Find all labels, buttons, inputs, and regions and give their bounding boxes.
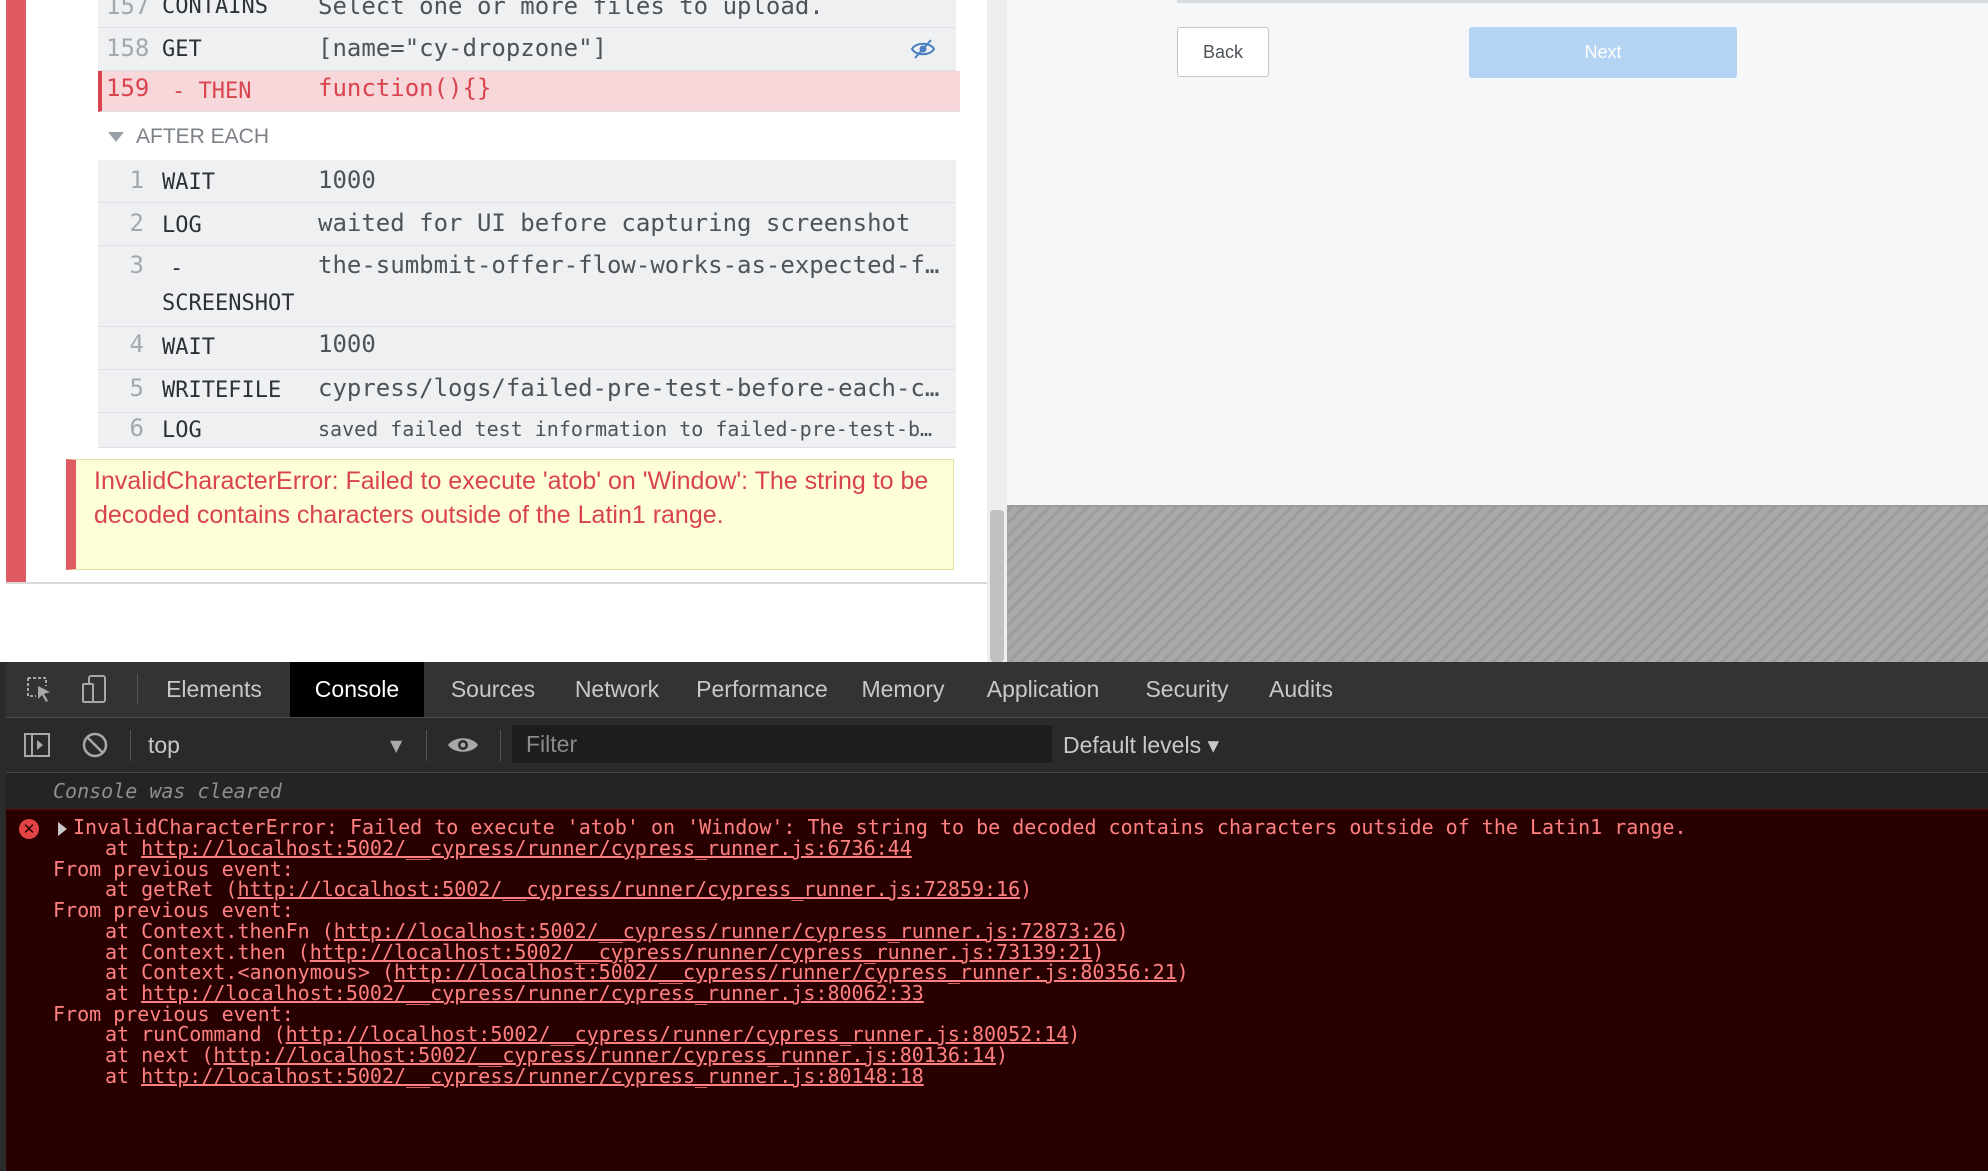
test-error-message: InvalidCharacterError: Failed to execute…: [66, 459, 954, 570]
command-row[interactable]: 1 WAIT 1000: [98, 160, 956, 203]
command-name: WAIT: [162, 335, 215, 360]
tab-elements[interactable]: Elements: [152, 662, 276, 717]
back-button[interactable]: Back: [1177, 27, 1269, 77]
command-number: 2: [129, 209, 144, 237]
console-output: Console was cleared ✕ InvalidCharacterEr…: [6, 773, 1988, 1171]
command-message: cypress/logs/failed-pre-test-before-each…: [318, 374, 940, 402]
command-row[interactable]: 6 LOG saved failed test information to f…: [98, 413, 956, 448]
tab-memory[interactable]: Memory: [852, 662, 954, 717]
closing-paren: ): [1116, 919, 1129, 943]
command-message: Select one or more files to upload.: [318, 0, 824, 20]
command-number: 158: [106, 34, 150, 62]
live-expression-eye-icon[interactable]: [446, 730, 478, 760]
log-levels-dropdown[interactable]: Default levels ▾: [1063, 732, 1219, 759]
command-number: 159: [106, 74, 150, 102]
tab-audits[interactable]: Audits: [1256, 662, 1346, 717]
dropdown-arrow-icon[interactable]: ▼: [390, 736, 402, 755]
eye-hidden-icon[interactable]: [910, 36, 936, 66]
console-cleared-message: Console was cleared: [53, 779, 282, 803]
command-row[interactable]: 2 LOG waited for UI before capturing scr…: [98, 203, 956, 246]
command-row[interactable]: 157 CONTAINS Select one or more files to…: [98, 0, 956, 28]
tab-console[interactable]: Console: [290, 662, 424, 717]
command-row[interactable]: 3 - SCREENSHOT the-sumbmit-offer-flow-wo…: [98, 246, 956, 327]
closing-paren: ): [1176, 960, 1189, 984]
after-each-hook-header[interactable]: AFTER EACH: [108, 125, 269, 149]
divider: [130, 730, 131, 761]
command-message: [name="cy-dropzone"]: [318, 34, 607, 62]
console-toolbar: top ▼ Default levels ▾: [6, 718, 1988, 773]
tab-performance[interactable]: Performance: [686, 662, 838, 717]
application-under-test-frame: Back Next: [1007, 0, 1988, 662]
command-number: 4: [129, 330, 144, 358]
devtools-panel: Elements Console Sources Network Perform…: [6, 662, 1988, 1171]
stack-frame-link[interactable]: http://localhost:5002/__cypress/runner/c…: [141, 1064, 924, 1088]
inspect-element-icon[interactable]: [24, 674, 54, 704]
command-message: function(){}: [318, 74, 492, 102]
command-number: 1: [129, 166, 144, 194]
command-name: LOG: [162, 418, 202, 443]
command-number: 157: [106, 0, 150, 20]
input-underline: [1177, 0, 1988, 3]
devtools-tab-bar: Elements Console Sources Network Perform…: [6, 662, 1988, 718]
command-name: LOG: [162, 213, 202, 238]
reporter-scrollbar[interactable]: [987, 0, 1007, 662]
command-name-continued: SCREENSHOT: [162, 291, 295, 316]
command-name: WRITEFILE: [162, 378, 282, 403]
divider: [426, 730, 427, 761]
stack-frame-function: at: [105, 1064, 142, 1088]
cypress-reporter-panel: 157 CONTAINS Select one or more files to…: [0, 0, 987, 662]
command-row[interactable]: 4 WAIT 1000: [98, 327, 956, 370]
command-number: 5: [129, 374, 144, 402]
tab-security[interactable]: Security: [1132, 662, 1242, 717]
command-message: saved failed test information to failed-…: [318, 417, 933, 441]
divider: [500, 730, 501, 761]
tab-application[interactable]: Application: [968, 662, 1118, 717]
command-name: - THEN: [172, 79, 252, 104]
closing-paren: ): [1068, 1022, 1081, 1046]
command-row[interactable]: 5 WRITEFILE cypress/logs/failed-pre-test…: [98, 370, 956, 413]
console-filter-input[interactable]: [512, 725, 1052, 763]
command-message: 1000: [318, 330, 376, 358]
command-row-failed[interactable]: 159 - THEN function(){}: [98, 71, 960, 112]
next-button[interactable]: Next: [1469, 27, 1737, 78]
command-message: 1000: [318, 166, 376, 194]
tab-network[interactable]: Network: [562, 662, 672, 717]
expand-triangle-icon[interactable]: [58, 822, 67, 836]
command-number: 6: [129, 414, 144, 442]
command-name: WAIT: [162, 170, 215, 195]
caret-down-icon: [108, 132, 124, 143]
clear-console-icon[interactable]: [80, 730, 110, 760]
app-page: Back Next: [1007, 0, 1988, 507]
show-sidebar-icon[interactable]: [22, 730, 52, 760]
error-icon: ✕: [19, 819, 39, 839]
closing-paren: ): [996, 1043, 1009, 1067]
command-row[interactable]: 158 GET [name="cy-dropzone"]: [98, 28, 956, 71]
divider: [137, 674, 138, 705]
context-select[interactable]: top: [148, 732, 180, 759]
divider: [6, 582, 987, 584]
command-name: CONTAINS: [162, 0, 268, 19]
failed-test-indicator: [6, 0, 26, 583]
stack-frame-link[interactable]: http://localhost:5002/__cypress/runner/c…: [237, 877, 1020, 901]
command-message: the-sumbmit-offer-flow-works-as-expected…: [318, 251, 940, 279]
command-message: waited for UI before capturing screensho…: [318, 209, 911, 237]
console-error-message[interactable]: ✕ InvalidCharacterError: Failed to execu…: [6, 809, 1988, 1171]
stack-frame: at http://localhost:5002/__cypress/runne…: [105, 1064, 924, 1088]
device-toolbar-icon[interactable]: [80, 674, 110, 704]
command-name: -: [170, 256, 184, 281]
tab-sources[interactable]: Sources: [438, 662, 548, 717]
hook-label: AFTER EACH: [136, 125, 270, 148]
command-number: 3: [129, 251, 144, 279]
closing-paren: ): [1020, 877, 1033, 901]
scrollbar-thumb[interactable]: [990, 510, 1004, 662]
error-text: InvalidCharacterError: Failed to execute…: [94, 467, 929, 529]
command-name: GET: [162, 37, 202, 62]
